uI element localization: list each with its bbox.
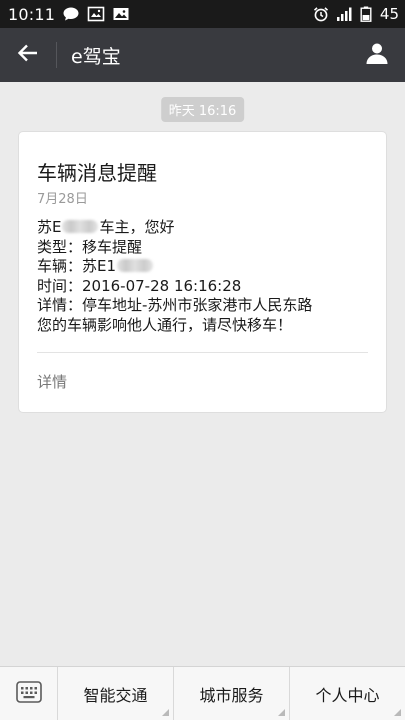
vehicle-line: 车辆：苏E1 <box>37 257 369 277</box>
alarm-icon <box>312 6 330 22</box>
person-icon <box>365 41 389 69</box>
message-card[interactable]: 车辆消息提醒 7月28日 苏E 车主，您好 类型：移车提醒 车辆：苏E1 时间：2… <box>19 132 386 412</box>
greeting-suffix: 车主，您好 <box>99 218 175 236</box>
back-button[interactable] <box>0 28 56 82</box>
status-time: 10:11 <box>8 4 56 24</box>
nav-label: 智能交通 <box>83 685 148 705</box>
status-bar: 10:11 45 <box>0 0 405 28</box>
app-header: e驾宝 <box>0 28 405 82</box>
vehicle-prefix: 车辆：苏E1 <box>37 257 117 275</box>
submenu-indicator-icon <box>394 709 401 716</box>
message-timestamp: 昨天 16:16 <box>160 97 245 122</box>
keyboard-icon <box>15 680 42 707</box>
card-title: 车辆消息提醒 <box>37 161 157 185</box>
picture-icon <box>112 6 130 22</box>
detail-link[interactable]: 详情 <box>37 371 67 392</box>
type-line: 类型：移车提醒 <box>37 237 143 256</box>
signal-icon <box>336 6 354 22</box>
submenu-indicator-icon <box>278 709 285 716</box>
redacted-plate <box>62 220 99 233</box>
nav-label: 城市服务 <box>199 685 264 705</box>
image-frame-icon <box>87 6 105 22</box>
greeting-prefix: 苏E <box>37 218 62 236</box>
greeting-line: 苏E 车主，您好 <box>37 218 369 238</box>
chat-bubble-icon <box>62 6 80 22</box>
redacted-plate <box>117 259 154 272</box>
status-left: 10:11 <box>8 5 130 24</box>
nav-label: 个人中心 <box>315 685 380 705</box>
time-line: 时间：2016-07-28 16:16:28 <box>37 276 242 295</box>
profile-button[interactable] <box>349 28 405 82</box>
battery-level: 45 <box>379 5 399 23</box>
card-date: 7月28日 <box>37 192 88 207</box>
battery-icon <box>360 6 372 22</box>
nav-city-services[interactable]: 城市服务 <box>174 667 290 720</box>
nav-smart-traffic[interactable]: 智能交通 <box>58 667 174 720</box>
app-title: e驾宝 <box>71 45 121 68</box>
submenu-indicator-icon <box>162 709 169 716</box>
arrow-left-icon <box>17 43 39 67</box>
bottom-nav: 智能交通 城市服务 个人中心 <box>0 666 405 720</box>
keyboard-toggle-button[interactable] <box>0 667 58 720</box>
nav-personal-center[interactable]: 个人中心 <box>290 667 405 720</box>
header-divider <box>56 42 57 68</box>
detail-address-line: 详情：停车地址-苏州市张家港市人民东路 <box>37 296 313 314</box>
card-body: 苏E 车主，您好 类型：移车提醒 车辆：苏E1 时间：2016-07-28 16:… <box>37 218 369 335</box>
message-line: 您的车辆影响他人通行，请尽快移车！ <box>37 315 293 334</box>
card-divider <box>37 352 368 353</box>
status-right: 45 <box>312 5 399 23</box>
